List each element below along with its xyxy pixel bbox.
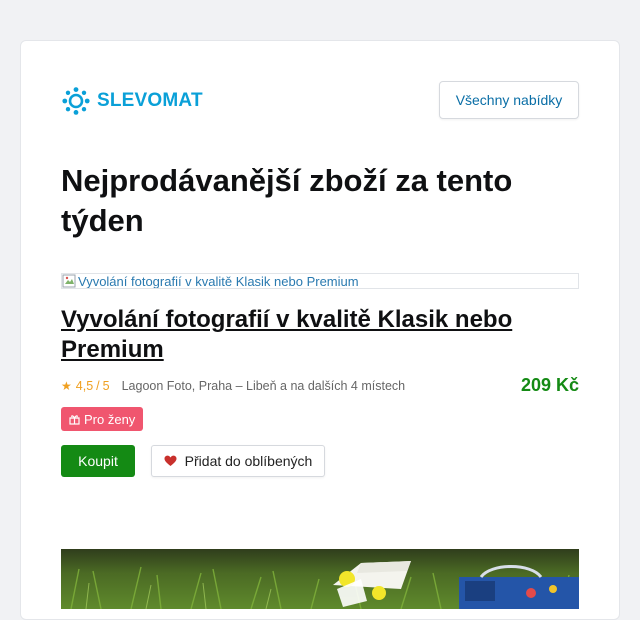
deal-location: Lagoon Foto, Praha – Libeň a na dalších …: [121, 379, 406, 393]
rating-value: 4,5: [75, 379, 94, 393]
deal-image-link[interactable]: Vyvolání fotografií v kvalitě Klasik neb…: [61, 273, 579, 289]
rating: ★ 4,5 / 5: [61, 379, 110, 393]
newsletter-card: SLEVOMAT Všechny nabídky Nejprodávanější…: [20, 40, 620, 620]
star-icon: ★: [61, 379, 72, 393]
slevomat-logo[interactable]: SLEVOMAT: [61, 87, 203, 115]
deal-photo-image: [61, 549, 579, 609]
deal-photo[interactable]: [61, 549, 579, 609]
deal-price: 209 Kč: [520, 375, 579, 395]
broken-image-icon: [62, 274, 76, 288]
rating-separator: /: [96, 379, 100, 393]
add-to-favorites-button[interactable]: Přidat do oblíbených: [151, 445, 325, 477]
gear-icon: [62, 87, 90, 115]
gift-icon: [69, 414, 80, 425]
heart-icon: [164, 455, 177, 466]
header: SLEVOMAT Všechny nabídky: [61, 81, 579, 121]
all-offers-button[interactable]: Všechny nabídky: [439, 81, 579, 119]
deal-image-alt: Vyvolání fotografií v kvalitě Klasik neb…: [78, 273, 359, 289]
deal-meta: ★ 4,5 / 5 Lagoon Foto, Praha – Libeň a n…: [61, 378, 405, 394]
badge-label: Pro ženy: [84, 411, 136, 427]
category-badge[interactable]: Pro ženy: [61, 407, 144, 431]
logo-text: SLEVOMAT: [97, 90, 203, 111]
favorites-label: Přidat do oblíbených: [184, 453, 313, 469]
rating-max: 5: [102, 379, 110, 393]
buy-button[interactable]: Koupit: [61, 445, 135, 477]
deal-title-link[interactable]: Vyvolání fotografií v kvalitě Klasik neb…: [61, 305, 561, 365]
page-title: Nejprodávanější zboží za tento týden: [61, 163, 513, 238]
